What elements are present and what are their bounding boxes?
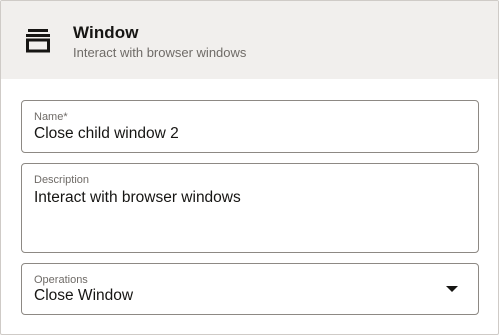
operations-select[interactable]: Operations Close Window xyxy=(21,263,479,315)
header-subtitle: Interact with browser windows xyxy=(73,45,247,60)
description-field-label: Description xyxy=(34,174,90,186)
name-field-label: Name* xyxy=(34,111,68,123)
name-field-value[interactable]: Close child window 2 xyxy=(34,125,179,143)
operations-select-label: Operations xyxy=(34,274,88,286)
name-field[interactable]: Name* Close child window 2 xyxy=(21,100,479,153)
panel-header: Window Interact with browser windows xyxy=(1,1,498,79)
header-title: Window xyxy=(73,23,139,42)
chevron-down-icon[interactable] xyxy=(446,286,458,292)
window-step-panel: Window Interact with browser windows Nam… xyxy=(0,0,499,335)
window-icon xyxy=(26,29,50,53)
operations-selected-value[interactable]: Close Window xyxy=(34,287,133,305)
description-field-value[interactable]: Interact with browser windows xyxy=(34,189,241,207)
description-field[interactable]: Description Interact with browser window… xyxy=(21,163,479,253)
